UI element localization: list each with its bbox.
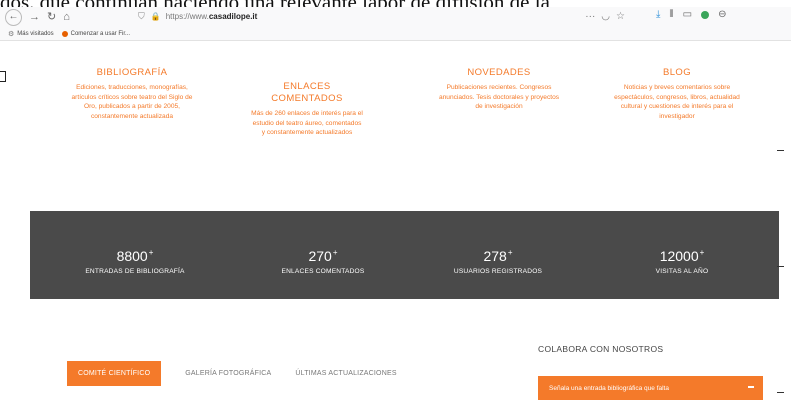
- download-icon[interactable]: ⤓: [656, 9, 660, 20]
- url-prefix: https://www.: [165, 12, 209, 21]
- stat-label: ENTRADAS DE BIBLIOGRAFÍA: [85, 268, 185, 275]
- collab-button-label: Señala una entrada bibliográfica que fal…: [549, 384, 669, 392]
- toolbar-icons: ⤓ ⫴ ▭ ⊖: [656, 9, 726, 20]
- back-arrow-icon[interactable]: ←: [5, 8, 22, 26]
- stat-value: 8800: [116, 248, 148, 264]
- stat-suffix: +: [507, 248, 513, 257]
- bookmark-most-visited[interactable]: ⚙ Más visitados: [8, 30, 54, 38]
- extension-icon[interactable]: [701, 10, 710, 19]
- gear-icon: ⚙: [8, 30, 15, 38]
- sidebar-icon[interactable]: ▭: [683, 9, 692, 20]
- browser-toolbar: ← → ↻ ⌂ ⛉ 🔒 https://www. casadilope.it ··…: [0, 7, 791, 27]
- stat-value: 278: [483, 248, 507, 264]
- feature-description: Noticias y breves comentarios sobre espe…: [614, 84, 740, 120]
- collab-heading: COLABORA CON NOSOTROS: [538, 344, 664, 354]
- collab-accordion-button[interactable]: Señala una entrada bibliográfica que fal…: [538, 376, 763, 400]
- stat-enlaces: 270+ ENLACES COMENTADOS: [253, 244, 393, 277]
- firefox-icon: [61, 30, 68, 37]
- stat-suffix: +: [148, 248, 154, 257]
- feature-description: Más de 260 enlaces de interés para el es…: [251, 110, 363, 137]
- stat-visitas: 12000+ VISITAS AL AÑO: [612, 244, 752, 277]
- feature-novedades[interactable]: NOVEDADES Publicaciones recientes. Congr…: [435, 67, 563, 112]
- url-domain: casadilope.it: [208, 12, 258, 21]
- stats-band: 8800+ ENTRADAS DE BIBLIOGRAFÍA 270+ ENLA…: [30, 211, 779, 299]
- bookmark-star-icon[interactable]: ☆: [616, 11, 625, 22]
- pocket-icon[interactable]: ◡: [601, 11, 610, 22]
- feature-blog[interactable]: BLOG Noticias y breves comentarios sobre…: [613, 67, 741, 121]
- feature-title: ENLACES COMENTADOS: [271, 81, 343, 104]
- page-edge-bracket: [0, 71, 6, 82]
- shield-icon: ⛉: [138, 11, 145, 21]
- stat-usuarios: 278+ USUARIOS REGISTRADOS: [428, 244, 568, 277]
- feature-enlaces[interactable]: ENLACES COMENTADOS Más de 260 enlaces de…: [251, 67, 363, 138]
- stat-suffix: +: [699, 248, 705, 257]
- stat-value: 270: [308, 248, 332, 264]
- edge-mark: [777, 392, 784, 393]
- feature-title: NOVEDADES: [467, 67, 531, 78]
- bookmarks-bar: ⚙ Más visitados Comenzar a usar Fir...: [0, 27, 791, 41]
- home-icon[interactable]: ⌂: [63, 10, 70, 24]
- stat-label: ENLACES COMENTADOS: [281, 268, 365, 275]
- library-icon[interactable]: ⫴: [669, 9, 673, 20]
- stat-value: 12000: [659, 248, 699, 264]
- stat-label: USUARIOS REGISTRADOS: [453, 268, 543, 275]
- tab-galeria-fotografica[interactable]: GALERÍA FOTOGRÁFICA: [185, 361, 271, 386]
- collapse-minus-icon: [748, 386, 754, 388]
- account-icon[interactable]: ⊖: [718, 9, 726, 20]
- url-bar[interactable]: ⛉ 🔒 https://www. casadilope.it ··· ◡ ☆: [138, 9, 631, 24]
- forward-arrow-icon[interactable]: →: [29, 10, 40, 24]
- tab-comite-cientifico[interactable]: COMITÉ CIENTÍFICO: [67, 361, 162, 386]
- edge-mark: [777, 150, 784, 151]
- more-icon[interactable]: ···: [585, 11, 595, 22]
- bookmark-getting-started[interactable]: Comenzar a usar Fir...: [61, 30, 130, 37]
- feature-title: BIBLIOGRAFÍA: [96, 67, 168, 78]
- feature-description: Ediciones, traducciones, monografías, ar…: [71, 84, 193, 120]
- reload-icon[interactable]: ↻: [47, 10, 56, 24]
- tab-ultimas-actualizaciones[interactable]: ÚLTIMAS ACTUALIZACIONES: [295, 361, 396, 386]
- tab-bar: COMITÉ CIENTÍFICO GALERÍA FOTOGRÁFICA ÚL…: [67, 361, 397, 386]
- edge-mark: [777, 266, 784, 267]
- feature-bibliografia[interactable]: BIBLIOGRAFÍA Ediciones, traducciones, mo…: [70, 67, 194, 121]
- stat-suffix: +: [332, 248, 338, 257]
- stat-label: VISITAS AL AÑO: [655, 268, 709, 275]
- feature-description: Publicaciones recientes. Congresos anunc…: [438, 84, 560, 111]
- feature-title: BLOG: [663, 67, 691, 78]
- stat-bibliografia: 8800+ ENTRADAS DE BIBLIOGRAFÍA: [60, 244, 210, 277]
- features-section: BIBLIOGRAFÍA Ediciones, traducciones, mo…: [30, 67, 750, 207]
- lock-icon: 🔒: [150, 12, 161, 21]
